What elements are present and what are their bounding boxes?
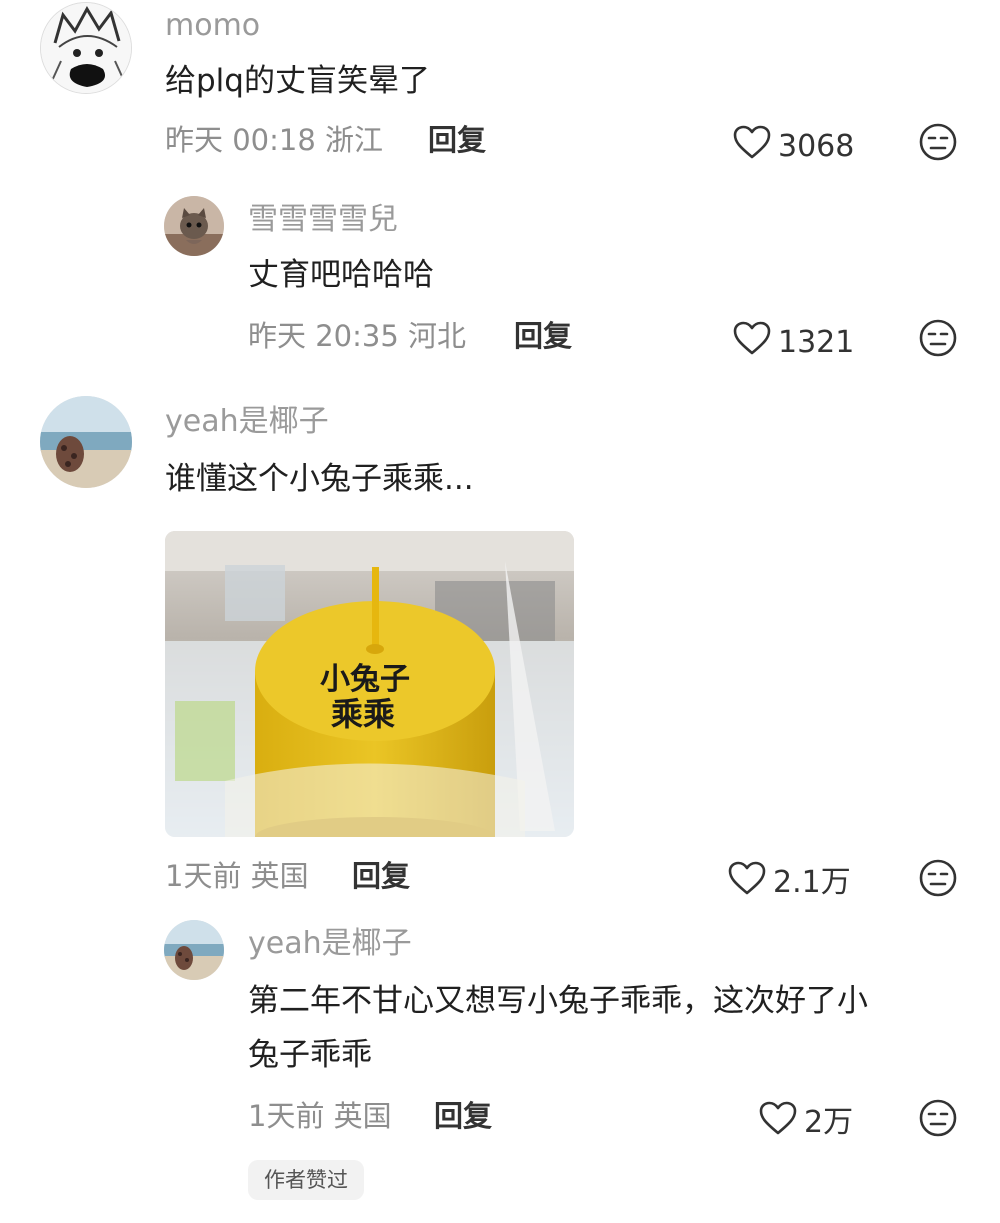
like-button[interactable]: 2万 xyxy=(758,1100,853,1145)
avatar[interactable] xyxy=(164,920,224,980)
like-count: 3068 xyxy=(778,128,855,164)
reply-button[interactable]: 回复 xyxy=(514,318,572,354)
manga-avatar-icon xyxy=(41,3,131,93)
neutral-face-icon[interactable] xyxy=(918,858,958,902)
comment-text: 丈育吧哈哈哈 xyxy=(248,257,434,293)
comment-text: 给plq的丈盲笑晕了 xyxy=(165,63,430,99)
avatar[interactable] xyxy=(40,396,132,488)
comment-time: 1天前 xyxy=(248,1099,325,1133)
like-count: 2万 xyxy=(804,1104,854,1140)
comment-username[interactable]: yeah是椰子 xyxy=(248,926,412,962)
heart-outline-icon xyxy=(758,1100,798,1145)
avatar[interactable] xyxy=(40,2,132,94)
neutral-face-icon[interactable] xyxy=(918,318,958,362)
comment-text: 第二年不甘心又想写小兔子乖乖，这次好了小 兔子乖乖 xyxy=(248,974,868,1082)
comment-location: 浙江 xyxy=(325,123,384,157)
heart-outline-icon xyxy=(732,124,772,169)
reply-button[interactable]: 回复 xyxy=(352,858,410,894)
comment-username[interactable]: 雪雪雪雪兒 xyxy=(248,202,398,238)
like-count: 2.1万 xyxy=(773,864,851,900)
beach-avatar-icon xyxy=(164,920,224,980)
comment-location: 英国 xyxy=(250,859,309,893)
comment-meta: 昨天 20:35 河北 xyxy=(248,318,466,354)
cake-text-line2: 乘乘 xyxy=(331,695,395,733)
neutral-face-icon[interactable] xyxy=(918,122,958,166)
reply-button[interactable]: 回复 xyxy=(434,1098,492,1134)
like-button[interactable]: 1321 xyxy=(732,320,854,365)
author-liked-badge: 作者赞过 xyxy=(248,1160,364,1200)
comment-time: 1天前 xyxy=(165,859,242,893)
comment-meta: 昨天 00:18 浙江 xyxy=(165,122,383,158)
comment-image[interactable]: 小兔子 乘乘 xyxy=(165,531,574,837)
comment-location: 河北 xyxy=(408,319,467,353)
comment-time: 昨天 00:18 xyxy=(165,123,316,157)
comment-location: 英国 xyxy=(333,1099,392,1133)
comment-username[interactable]: momo xyxy=(165,8,260,44)
comment-text-line: 第二年不甘心又想写小兔子乖乖，这次好了小 xyxy=(248,983,868,1019)
comment-meta: 1天前 英国 xyxy=(165,858,309,894)
comment-text: 谁懂这个小兔子乘乘... xyxy=(165,461,474,497)
comment-username[interactable]: yeah是椰子 xyxy=(165,404,329,440)
avatar[interactable] xyxy=(164,196,224,256)
comment-meta: 1天前 英国 xyxy=(248,1098,392,1134)
cake-text-line1: 小兔子 xyxy=(320,662,410,697)
reply-button[interactable]: 回复 xyxy=(428,122,486,158)
like-count: 1321 xyxy=(778,324,855,360)
cat-avatar-icon xyxy=(164,196,224,256)
neutral-face-icon[interactable] xyxy=(918,1098,958,1142)
like-button[interactable]: 2.1万 xyxy=(727,860,851,905)
beach-avatar-icon xyxy=(40,396,132,488)
like-button[interactable]: 3068 xyxy=(732,124,854,169)
comment-text-line: 兔子乖乖 xyxy=(248,1037,372,1073)
cake-photo: 小兔子 乘乘 xyxy=(165,531,574,837)
comment-time: 昨天 20:35 xyxy=(248,319,399,353)
heart-outline-icon xyxy=(727,860,767,905)
heart-outline-icon xyxy=(732,320,772,365)
